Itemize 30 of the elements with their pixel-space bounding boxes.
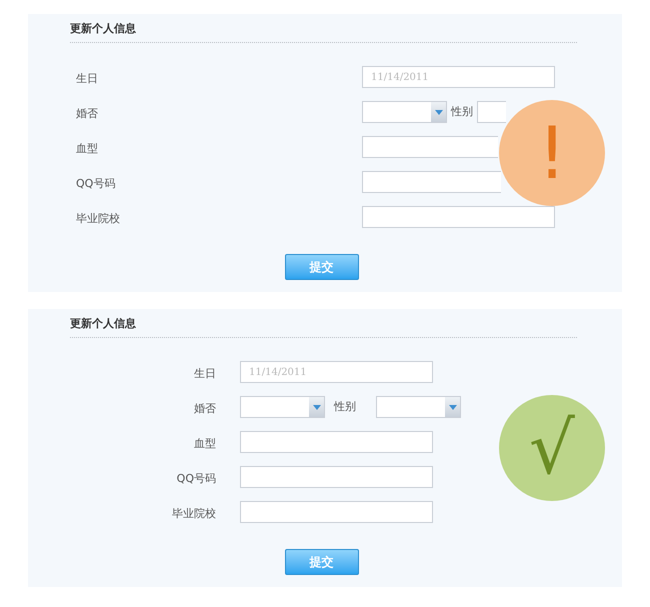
field-label: 性别 <box>451 104 473 120</box>
field-label: QQ号码 <box>76 177 116 190</box>
select-field[interactable] <box>362 101 447 123</box>
panel-title: 更新个人信息 <box>70 317 137 331</box>
field-label: 毕业院校 <box>172 507 216 520</box>
field-label: 血型 <box>194 437 216 450</box>
panel-title: 更新个人信息 <box>70 22 137 36</box>
input-field[interactable] <box>240 466 433 488</box>
field-label: 生日 <box>194 367 216 380</box>
select-field[interactable] <box>240 396 325 418</box>
field-label: 婚否 <box>194 402 216 415</box>
input-field[interactable]: 11/14/2011 <box>362 66 555 88</box>
input-field[interactable] <box>362 136 498 158</box>
select-field[interactable] <box>376 396 461 418</box>
submit-button[interactable]: 提交 <box>284 549 358 575</box>
field-label: 性别 <box>334 398 356 415</box>
field-label: 生日 <box>76 72 98 85</box>
warning-badge: ! <box>499 100 605 206</box>
input-field[interactable] <box>240 501 433 523</box>
field-label: QQ号码 <box>176 472 216 485</box>
input-field[interactable] <box>240 431 433 453</box>
submit-button[interactable]: 提交 <box>284 254 358 280</box>
success-badge: √ <box>499 395 605 501</box>
select-field[interactable] <box>477 101 506 123</box>
input-field[interactable]: 11/14/2011 <box>240 361 433 383</box>
field-label: 毕业院校 <box>76 212 120 225</box>
field-label: 血型 <box>76 142 98 155</box>
input-field[interactable] <box>362 206 555 228</box>
field-label: 婚否 <box>76 107 98 120</box>
input-field[interactable] <box>362 171 501 193</box>
